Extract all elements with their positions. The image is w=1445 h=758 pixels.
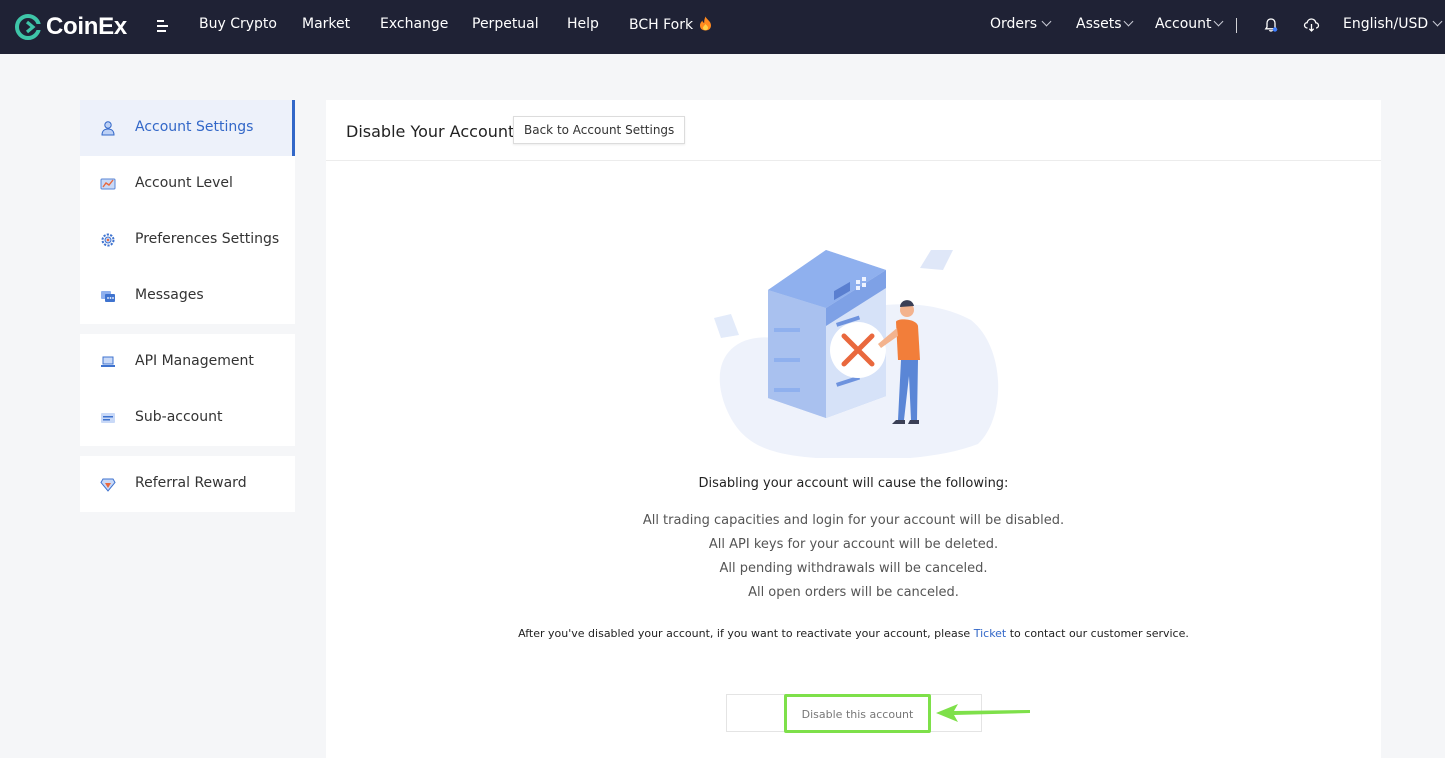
nav-exchange[interactable]: Exchange: [380, 16, 448, 32]
menu-icon[interactable]: [157, 20, 169, 32]
sidebar-item-referral-reward[interactable]: Referral Reward: [80, 456, 295, 512]
nav-perpetual[interactable]: Perpetual: [472, 16, 539, 32]
brand-name: CoinEx: [46, 13, 127, 40]
sidebar-item-label: Account Level: [135, 175, 233, 191]
sidebar-item-label: API Management: [135, 353, 254, 369]
sidebar-group-api: API Management Sub-account: [80, 334, 295, 446]
level-icon: [100, 178, 116, 190]
sidebar-item-sub-account[interactable]: Sub-account: [80, 390, 295, 446]
nav-divider: [1236, 18, 1237, 33]
sidebar-item-messages[interactable]: Messages: [80, 268, 295, 324]
consequence-item: All open orders will be canceled.: [748, 585, 959, 600]
chevron-down-icon: [1432, 16, 1443, 27]
message-icon: [101, 291, 115, 302]
sidebar-item-label: Referral Reward: [135, 475, 247, 491]
page-title: Disable Your Account: [346, 122, 515, 141]
language-selector[interactable]: English/USD: [1343, 16, 1443, 32]
sub-account-icon: [101, 413, 115, 423]
fire-icon: [699, 16, 711, 31]
chevron-down-icon: [1041, 16, 1052, 27]
nav-assets-label: Assets: [1076, 16, 1122, 32]
reactivate-note: After you've disabled your account, if y…: [326, 627, 1381, 640]
user-settings-icon: [101, 121, 115, 136]
sidebar-item-label: Account Settings: [135, 119, 254, 135]
gear-icon: [101, 233, 115, 247]
sidebar-item-preferences-settings[interactable]: Preferences Settings: [80, 212, 295, 268]
download-icon[interactable]: [1303, 17, 1320, 37]
nav-orders-label: Orders: [990, 16, 1038, 32]
sidebar-item-label: Messages: [135, 287, 204, 303]
sidebar-item-account-level[interactable]: Account Level: [80, 156, 295, 212]
nav-market[interactable]: Market: [302, 16, 350, 32]
consequence-item: All pending withdrawals will be canceled…: [719, 561, 988, 576]
nav-bch-fork[interactable]: BCH Fork: [629, 16, 712, 33]
reactivate-note-after: to contact our customer service.: [1006, 627, 1189, 640]
chevron-down-icon: [1123, 16, 1134, 27]
language-label: English/USD: [1343, 16, 1429, 32]
ticket-link[interactable]: Ticket: [974, 627, 1007, 640]
sidebar-group-account: Account Settings Account Level Preferenc…: [80, 100, 295, 324]
sidebar-item-label: Preferences Settings: [135, 231, 280, 247]
chevron-down-icon: [1213, 16, 1223, 27]
consequence-item: All trading capacities and login for you…: [642, 513, 1065, 528]
top-nav: CoinEx Buy Crypto Market Exchange Perpet…: [0, 0, 1445, 54]
sidebar-item-api-management[interactable]: API Management: [80, 334, 295, 390]
coinex-logo-icon: [15, 14, 42, 40]
disable-account-button[interactable]: Disable this account: [784, 694, 931, 733]
disable-account-illustration: [714, 250, 999, 458]
nav-buy-crypto[interactable]: Buy Crypto: [199, 16, 277, 32]
nav-orders[interactable]: Orders: [990, 16, 1052, 32]
nav-account-label: Account: [1155, 16, 1212, 32]
laptop-icon: [101, 356, 115, 367]
sidebar-item-account-settings[interactable]: Account Settings: [80, 100, 295, 156]
sidebar-group-referral: Referral Reward: [80, 456, 295, 512]
diamond-icon: [100, 478, 116, 492]
nav-bch-fork-label: BCH Fork: [629, 17, 694, 33]
nav-assets[interactable]: Assets: [1076, 16, 1134, 32]
bell-icon[interactable]: [1263, 17, 1279, 37]
coinex-logo[interactable]: CoinEx: [14, 12, 127, 42]
consequence-item: All API keys for your account will be de…: [708, 537, 999, 552]
main-panel: Disable Your Account Back to Account Set…: [326, 100, 1381, 758]
nav-help[interactable]: Help: [567, 16, 599, 32]
panel-header: Disable Your Account Back to Account Set…: [326, 100, 1381, 161]
reactivate-note-before: After you've disabled your account, if y…: [518, 627, 974, 640]
sidebar-item-label: Sub-account: [135, 409, 223, 425]
consequences-title: Disabling your account will cause the fo…: [698, 476, 1009, 491]
nav-account[interactable]: Account: [1155, 16, 1223, 32]
arrow-left-icon: [936, 704, 1030, 722]
back-to-account-settings-button[interactable]: Back to Account Settings: [513, 116, 686, 144]
